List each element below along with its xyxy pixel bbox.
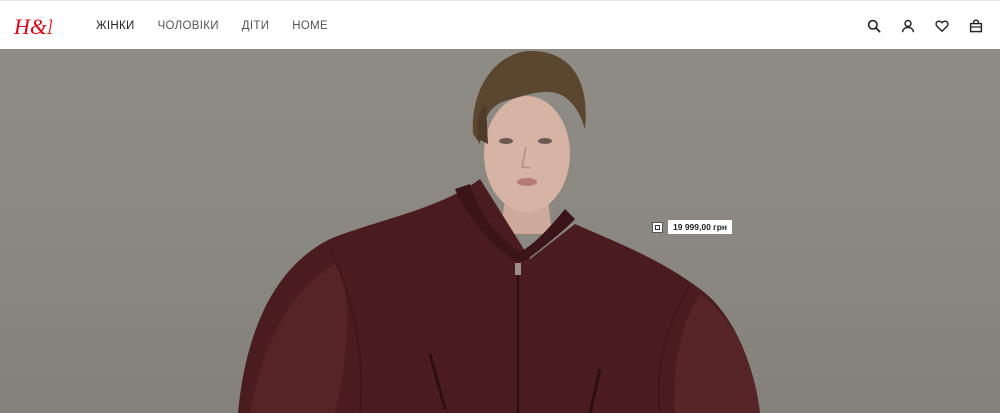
site-header: H&M ЖІНКИ ЧОЛОВІКИ ДІТИ HOME bbox=[0, 0, 1000, 49]
shopping-bag-icon[interactable] bbox=[967, 17, 985, 35]
header-actions bbox=[849, 1, 985, 50]
main-nav: ЖІНКИ ЧОЛОВІКИ ДІТИ HOME bbox=[96, 1, 351, 50]
nav-item-women[interactable]: ЖІНКИ bbox=[96, 20, 135, 32]
hero-image bbox=[238, 50, 760, 413]
favorites-icon[interactable] bbox=[933, 17, 951, 35]
product-price-tag[interactable]: 19 999,00 грн bbox=[652, 220, 733, 234]
nav-item-men[interactable]: ЧОЛОВІКИ bbox=[158, 20, 219, 32]
account-icon[interactable] bbox=[899, 17, 917, 35]
product-price: 19 999,00 грн bbox=[668, 220, 733, 234]
product-hotspot-icon[interactable] bbox=[652, 221, 663, 233]
nav-item-kids[interactable]: ДІТИ bbox=[242, 20, 269, 32]
search-icon[interactable] bbox=[865, 17, 883, 35]
svg-text:H&M: H&M bbox=[13, 14, 52, 39]
hero-banner[interactable]: 19 999,00 грн bbox=[0, 49, 1000, 413]
nav-item-home[interactable]: HOME bbox=[292, 20, 328, 32]
hm-logo[interactable]: H&M bbox=[12, 13, 52, 39]
